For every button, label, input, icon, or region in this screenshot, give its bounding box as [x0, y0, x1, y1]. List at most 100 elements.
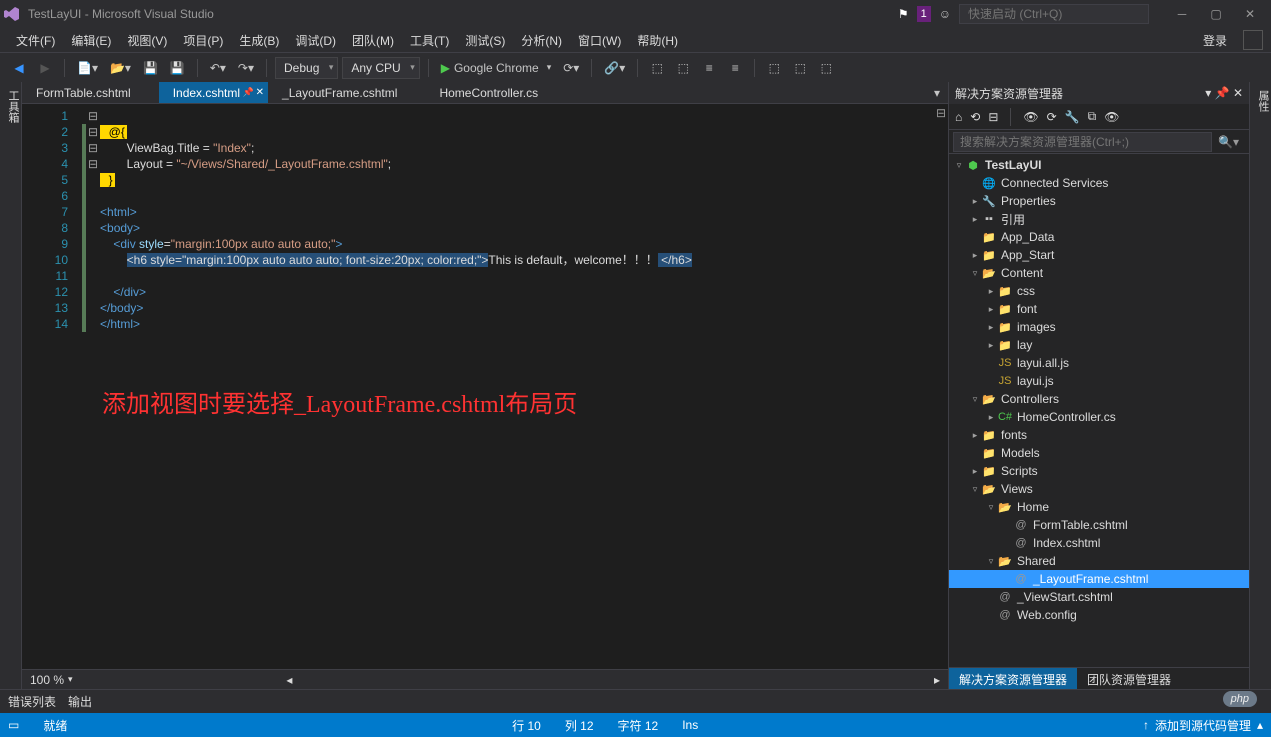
split-view-icon[interactable]: ⊟ [936, 106, 946, 120]
tree-row[interactable]: ▸▪▪引用 [949, 210, 1249, 228]
copy-icon[interactable]: ⧉ [1088, 109, 1097, 124]
menu-item[interactable]: 项目(P) [175, 29, 231, 52]
panel-menu-icon[interactable]: ▾ [1205, 86, 1211, 100]
tree-row[interactable]: ▿📂Shared [949, 552, 1249, 570]
menu-item[interactable]: 编辑(E) [63, 29, 119, 52]
platform-dropdown[interactable]: Any CPU [342, 57, 419, 79]
tab-error-list[interactable]: 错误列表 [8, 693, 56, 710]
home-icon[interactable]: ⌂ [955, 110, 962, 124]
tree-row[interactable]: ▸📁Scripts [949, 462, 1249, 480]
solution-search-input[interactable] [953, 132, 1212, 152]
tree-row[interactable]: ▿📂Controllers [949, 390, 1249, 408]
close-tab-icon[interactable]: ✕ [256, 87, 264, 98]
menu-item[interactable]: 窗口(W) [570, 29, 629, 52]
tb-misc-4[interactable]: ≡ [724, 57, 746, 79]
tab-solution-explorer[interactable]: 解决方案资源管理器 [949, 668, 1077, 689]
start-debug-button[interactable]: ▶ Google Chrome ▾ [437, 57, 555, 79]
expand-icon[interactable]: ▸ [985, 286, 997, 297]
tree-row[interactable]: @_ViewStart.cshtml [949, 588, 1249, 606]
minimize-button[interactable]: ─ [1165, 2, 1199, 26]
panel-close-icon[interactable]: ✕ [1233, 86, 1243, 100]
tab-overflow-button[interactable]: ▾ [926, 82, 948, 104]
tab-output[interactable]: 输出 [68, 693, 92, 710]
code-editor[interactable]: 1234567891011121314 ⊟⊟⊟⊟ @{ ViewBag.Titl… [22, 104, 948, 669]
tab-team-explorer[interactable]: 团队资源管理器 [1077, 668, 1181, 689]
nav-forward-button[interactable]: ▶ [34, 57, 56, 79]
tree-row[interactable]: @Index.cshtml [949, 534, 1249, 552]
expand-icon[interactable]: ▿ [969, 268, 981, 279]
save-button[interactable]: 💾 [139, 57, 162, 79]
panel-pin-icon[interactable]: 📌 [1215, 86, 1230, 100]
expand-icon[interactable]: ▿ [985, 502, 997, 513]
redo-button[interactable]: ↷▾ [234, 57, 258, 79]
menu-item[interactable]: 文件(F) [8, 29, 63, 52]
tree-row[interactable]: @Web.config [949, 606, 1249, 624]
collapse-icon[interactable]: ⊟ [988, 110, 998, 124]
solution-tree[interactable]: ▿⬢TestLayUI🌐Connected Services▸🔧Properti… [949, 154, 1249, 667]
search-icon[interactable]: 🔍▾ [1212, 135, 1245, 149]
open-file-button[interactable]: 📂▾ [106, 57, 135, 79]
menu-item[interactable]: 生成(B) [231, 29, 287, 52]
menu-item[interactable]: 分析(N) [513, 29, 570, 52]
scroll-left-icon[interactable]: ◂ [286, 673, 292, 687]
menu-item[interactable]: 工具(T) [402, 29, 457, 52]
tree-row[interactable]: ▸📁App_Start [949, 246, 1249, 264]
tb-misc-3[interactable]: ≡ [698, 57, 720, 79]
menu-item[interactable]: 调试(D) [287, 29, 344, 52]
zoom-level[interactable]: 100 % [30, 673, 64, 687]
maximize-button[interactable]: ▢ [1199, 2, 1233, 26]
new-project-button[interactable]: 📄▾ [73, 57, 102, 79]
show-all-icon[interactable]: 👁 [1023, 110, 1038, 124]
tree-row[interactable]: ▸📁lay [949, 336, 1249, 354]
avatar-placeholder[interactable] [1243, 30, 1263, 50]
expand-icon[interactable]: ▸ [969, 214, 981, 225]
toolbox-strip[interactable]: 工具箱 [0, 82, 22, 689]
status-source-control[interactable]: ↑ 添加到源代码管理 ▴ [1143, 717, 1263, 734]
tree-row[interactable]: ▸📁css [949, 282, 1249, 300]
expand-icon[interactable]: ▸ [969, 430, 981, 441]
expand-icon[interactable]: ▸ [969, 466, 981, 477]
preview-icon[interactable]: 👁 [1104, 110, 1119, 124]
file-tab[interactable]: FormTable.cshtml [22, 82, 159, 103]
file-tab[interactable]: HomeController.cs [425, 82, 566, 103]
tb-misc-6[interactable]: ⬚ [789, 57, 811, 79]
tree-row[interactable]: 🌐Connected Services [949, 174, 1249, 192]
zoom-dropdown-icon[interactable]: ▾ [68, 674, 73, 685]
expand-icon[interactable]: ▸ [969, 250, 981, 261]
tree-row[interactable]: 📁Models [949, 444, 1249, 462]
undo-button[interactable]: ↶▾ [206, 57, 230, 79]
tree-row[interactable]: @FormTable.cshtml [949, 516, 1249, 534]
quick-launch-input[interactable] [959, 4, 1149, 24]
tb-misc-5[interactable]: ⬚ [763, 57, 785, 79]
tree-row[interactable]: ▸📁fonts [949, 426, 1249, 444]
expand-icon[interactable]: ▿ [969, 484, 981, 495]
expand-icon[interactable]: ▸ [985, 412, 997, 423]
browser-link-button[interactable]: 🔗▾ [600, 57, 629, 79]
menu-item[interactable]: 测试(S) [457, 29, 513, 52]
nav-back-button[interactable]: ◀ [8, 57, 30, 79]
notification-badge[interactable]: 1 [917, 6, 931, 22]
expand-icon[interactable]: ▿ [985, 556, 997, 567]
expand-icon[interactable]: ▸ [985, 304, 997, 315]
config-dropdown[interactable]: Debug [275, 57, 338, 79]
menu-item[interactable]: 帮助(H) [629, 29, 686, 52]
tree-row[interactable]: ▿⬢TestLayUI [949, 156, 1249, 174]
tb-misc-7[interactable]: ⬚ [815, 57, 837, 79]
expand-icon[interactable]: ▸ [985, 322, 997, 333]
properties-strip[interactable]: 属性 [1249, 82, 1271, 689]
menu-item[interactable]: 团队(M) [344, 29, 402, 52]
properties-icon[interactable]: 🔧 [1065, 110, 1080, 124]
pin-icon[interactable]: 📌 [243, 87, 254, 98]
file-tab[interactable]: _LayoutFrame.cshtml [268, 82, 425, 103]
tree-row[interactable]: ▸C#HomeController.cs [949, 408, 1249, 426]
tree-row[interactable]: ▸🔧Properties [949, 192, 1249, 210]
scroll-right-icon[interactable]: ▸ [934, 673, 940, 687]
menu-item[interactable]: 视图(V) [119, 29, 175, 52]
sync-icon[interactable]: ⟲ [970, 110, 980, 124]
tree-row[interactable]: ▿📂Views [949, 480, 1249, 498]
tree-row[interactable]: ▸📁font [949, 300, 1249, 318]
expand-icon[interactable]: ▸ [969, 196, 981, 207]
save-all-button[interactable]: 💾 [166, 57, 189, 79]
tb-misc-2[interactable]: ⬚ [672, 57, 694, 79]
file-tab[interactable]: Index.cshtml📌✕ [159, 82, 268, 103]
